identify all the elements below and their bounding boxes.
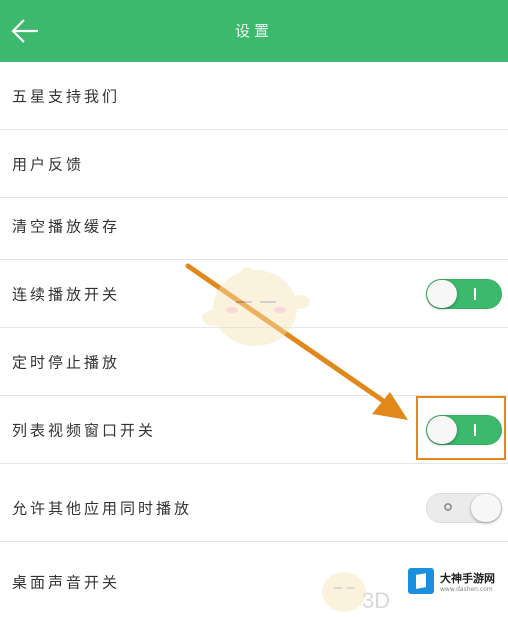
- mascot-watermark-icon: [202, 267, 310, 346]
- brand-badge: 大神手游网 www.dashen.com: [404, 564, 504, 600]
- brand-url: www.dashen.com: [440, 586, 493, 593]
- brand-logo-icon: [408, 568, 434, 594]
- brand-name: 大神手游网: [440, 572, 495, 585]
- watermark-text: 3D: [362, 588, 391, 613]
